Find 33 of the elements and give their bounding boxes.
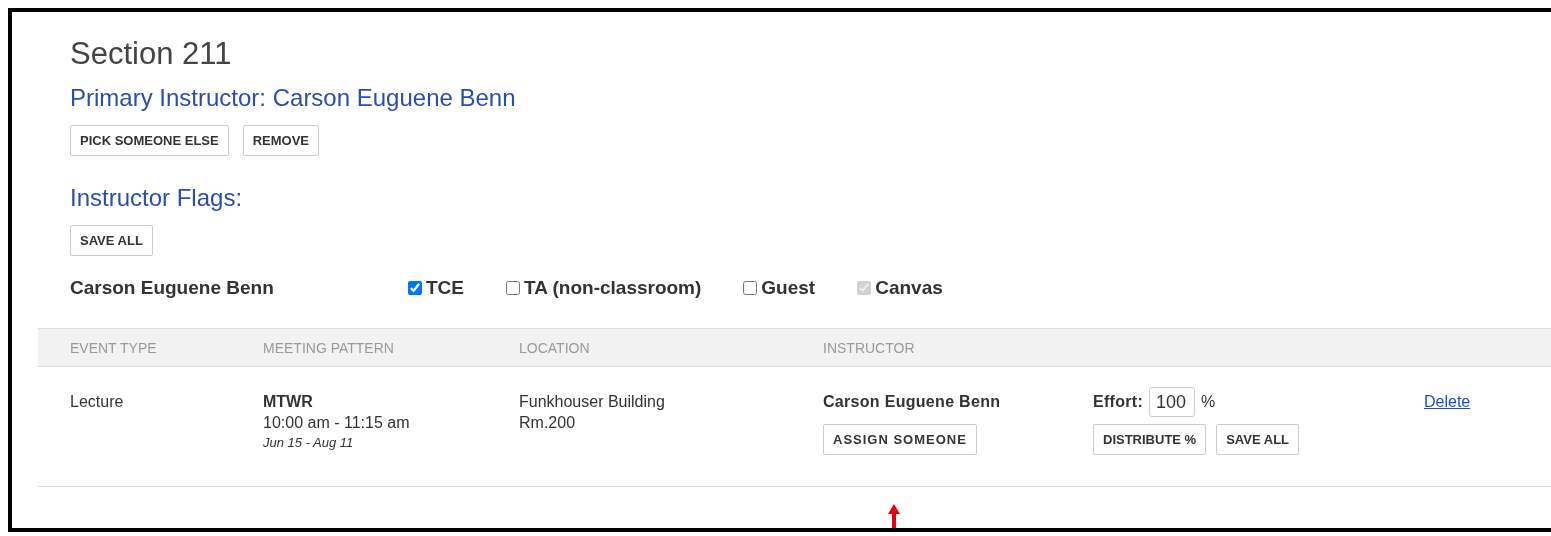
effort-button[interactable]: DISTRIBUTE % [1093,424,1207,455]
column-header: INSTRUCTOR [822,339,916,356]
flag-label: Guest [761,277,816,299]
location-text: Rm.200 [519,414,576,432]
percent-sign: % [1201,393,1216,411]
column-header: MEETING PATTERN [262,339,395,356]
section-title: Section 211 [70,36,233,72]
flag-checkbox[interactable] [743,281,758,295]
table-cell: Lecture [70,393,124,410]
column-header: LOCATION [518,339,591,356]
annotation-arrow [887,504,901,528]
instructor-action-button[interactable]: REMOVE [242,125,320,156]
flags-heading: Instructor Flags: [70,184,244,212]
primary-instructor-heading: Primary Instructor: Carson Euguene Benn [70,84,517,112]
meeting-dates: Jun 15 - Aug 11 [263,435,354,450]
meeting-days: MTWR [263,393,313,411]
flag-checkbox[interactable] [506,281,520,295]
flag-label: TA (non-classroom) [524,277,702,299]
instructor-name: Carson Euguene Benn [823,393,1001,411]
effort-button[interactable]: SAVE ALL [1216,424,1299,455]
effort-field[interactable]: 100 [1149,387,1196,417]
location-text: Funkhouser Building [519,393,665,411]
flag-checkbox[interactable] [408,281,422,295]
delete-link[interactable]: Delete [1424,393,1471,410]
instructor-name: Carson Euguene Benn [70,277,275,299]
meeting-time: 10:00 am - 11:15 am [263,414,410,432]
save-all-button[interactable]: SAVE ALL [70,225,153,256]
column-header: EVENT TYPE [69,339,158,356]
instructor-action-button[interactable]: PICK SOMEONE ELSE [70,125,229,156]
flag-label: TCE [426,277,464,299]
effort-label: Effort: [1093,393,1144,411]
flag-label: Canvas [875,277,943,299]
assign-someone-button[interactable]: ASSIGN SOMEONE [823,424,977,455]
